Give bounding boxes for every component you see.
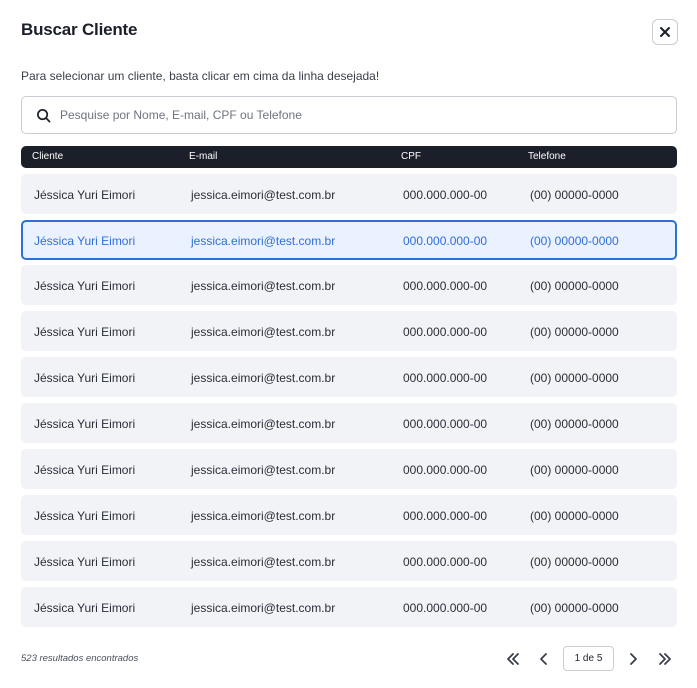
column-header-client: Cliente: [32, 151, 64, 162]
table-row-selected[interactable]: Jéssica Yuri Eimori jessica.eimori@test.c…: [21, 220, 677, 260]
cell-email: jessica.eimori@test.com.br: [191, 188, 336, 202]
cell-client-name: Jéssica Yuri Eimori: [34, 188, 136, 202]
cell-email: jessica.eimori@test.com.br: [191, 417, 336, 431]
cell-email: jessica.eimori@test.com.br: [191, 234, 336, 248]
close-icon: [660, 27, 670, 37]
cell-email: jessica.eimori@test.com.br: [191, 463, 336, 477]
search-client-modal: Buscar Cliente Para selecionar um client…: [0, 0, 697, 688]
cell-cpf: 000.000.000-00: [403, 279, 488, 293]
table-row[interactable]: Jéssica Yuri Eimori jessica.eimori@test.c…: [21, 403, 677, 443]
cell-client-name: Jéssica Yuri Eimori: [34, 234, 136, 248]
cell-client-name: Jéssica Yuri Eimori: [34, 509, 136, 523]
cell-cpf: 000.000.000-00: [403, 509, 488, 523]
cell-client-name: Jéssica Yuri Eimori: [34, 279, 136, 293]
page-indicator: 1 de 5: [563, 646, 614, 671]
cell-email: jessica.eimori@test.com.br: [191, 279, 336, 293]
cell-phone: (00) 00000-0000: [530, 601, 619, 615]
modal-title: Buscar Cliente: [21, 20, 138, 39]
cell-cpf: 000.000.000-00: [403, 325, 488, 339]
cell-phone: (00) 00000-0000: [530, 417, 619, 431]
instructions-text: Para selecionar um cliente, basta clicar…: [21, 69, 380, 83]
table-row[interactable]: Jéssica Yuri Eimori jessica.eimori@test.c…: [21, 357, 677, 397]
cell-email: jessica.eimori@test.com.br: [191, 555, 336, 569]
cell-phone: (00) 00000-0000: [530, 325, 619, 339]
cell-client-name: Jéssica Yuri Eimori: [34, 601, 136, 615]
cell-cpf: 000.000.000-00: [403, 601, 488, 615]
cell-client-name: Jéssica Yuri Eimori: [34, 371, 136, 385]
cell-cpf: 000.000.000-00: [403, 463, 488, 477]
cell-cpf: 000.000.000-00: [403, 234, 488, 248]
search-icon: [36, 107, 52, 123]
column-header-cpf: CPF: [401, 151, 421, 162]
search-input[interactable]: [60, 108, 676, 122]
chevron-left-icon: [540, 653, 547, 665]
next-page-button[interactable]: [623, 648, 643, 670]
cell-phone: (00) 00000-0000: [530, 555, 619, 569]
chevron-double-right-icon: [659, 653, 671, 665]
first-page-button[interactable]: [503, 648, 523, 670]
cell-phone: (00) 00000-0000: [530, 279, 619, 293]
column-header-email: E-mail: [189, 151, 218, 162]
table-row[interactable]: Jéssica Yuri Eimori jessica.eimori@test.c…: [21, 541, 677, 581]
close-button[interactable]: [652, 19, 678, 45]
search-box: [21, 96, 677, 134]
cell-cpf: 000.000.000-00: [403, 371, 488, 385]
table-row[interactable]: Jéssica Yuri Eimori jessica.eimori@test.c…: [21, 587, 677, 627]
cell-email: jessica.eimori@test.com.br: [191, 325, 336, 339]
cell-cpf: 000.000.000-00: [403, 555, 488, 569]
table-row[interactable]: Jéssica Yuri Eimori jessica.eimori@test.c…: [21, 311, 677, 351]
cell-cpf: 000.000.000-00: [403, 417, 488, 431]
table-row[interactable]: Jéssica Yuri Eimori jessica.eimori@test.c…: [21, 449, 677, 489]
cell-phone: (00) 00000-0000: [530, 234, 619, 248]
last-page-button[interactable]: [655, 648, 675, 670]
chevron-right-icon: [630, 653, 637, 665]
cell-email: jessica.eimori@test.com.br: [191, 601, 336, 615]
table-row[interactable]: Jéssica Yuri Eimori jessica.eimori@test.c…: [21, 495, 677, 535]
cell-client-name: Jéssica Yuri Eimori: [34, 325, 136, 339]
column-header-phone: Telefone: [528, 151, 566, 162]
cell-email: jessica.eimori@test.com.br: [191, 371, 336, 385]
cell-client-name: Jéssica Yuri Eimori: [34, 555, 136, 569]
previous-page-button[interactable]: [534, 648, 554, 670]
cell-cpf: 000.000.000-00: [403, 188, 488, 202]
chevron-double-left-icon: [507, 653, 519, 665]
cell-phone: (00) 00000-0000: [530, 371, 619, 385]
table-row[interactable]: Jéssica Yuri Eimori jessica.eimori@test.c…: [21, 265, 677, 305]
cell-client-name: Jéssica Yuri Eimori: [34, 417, 136, 431]
cell-phone: (00) 00000-0000: [530, 188, 619, 202]
table-header: Cliente E-mail CPF Telefone: [21, 146, 677, 168]
results-count: 523 resultados encontrados: [21, 653, 139, 664]
cell-phone: (00) 00000-0000: [530, 463, 619, 477]
cell-client-name: Jéssica Yuri Eimori: [34, 463, 136, 477]
table-row[interactable]: Jéssica Yuri Eimori jessica.eimori@test.c…: [21, 174, 677, 214]
cell-email: jessica.eimori@test.com.br: [191, 509, 336, 523]
cell-phone: (00) 00000-0000: [530, 509, 619, 523]
